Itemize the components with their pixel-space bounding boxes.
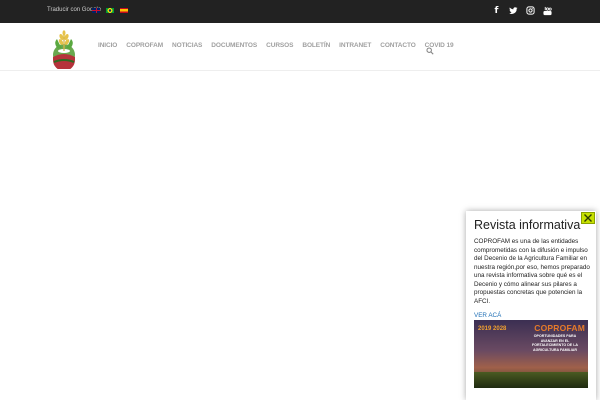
banner-brand: COPROFAM bbox=[534, 323, 585, 333]
facebook-icon[interactable]: f bbox=[492, 6, 501, 16]
nav-item-intranet[interactable]: INTRANET bbox=[339, 42, 371, 49]
instagram-icon[interactable] bbox=[526, 6, 535, 16]
banner-field-image bbox=[474, 372, 588, 388]
close-button[interactable] bbox=[581, 212, 595, 224]
nav-item-contacto[interactable]: CONTACTO bbox=[380, 42, 416, 49]
banner-subtitle: OPORTUNIDADES PARA AVANZAR EN EL FORTALE… bbox=[532, 334, 578, 352]
magazine-popup: Revista informativa COPROFAM es una de l… bbox=[466, 211, 596, 400]
popup-title: Revista informativa bbox=[474, 218, 581, 232]
banner-year: 2019 2028 bbox=[478, 326, 507, 332]
top-bar: Traducir con Google f bbox=[0, 0, 600, 23]
coprofam-logo[interactable] bbox=[49, 29, 79, 71]
nav-item-noticias[interactable]: NOTICIAS bbox=[172, 42, 202, 49]
social-links: f bbox=[492, 6, 552, 16]
spain-flag-icon[interactable] bbox=[120, 8, 128, 13]
nav-item-coprofam[interactable]: COPROFAM bbox=[126, 42, 163, 49]
nav-item-cursos[interactable]: CURSOS bbox=[266, 42, 293, 49]
youtube-icon[interactable] bbox=[543, 6, 552, 16]
magazine-banner[interactable]: 2019 2028 COPROFAM OPORTUNIDADES PARA AV… bbox=[474, 320, 588, 388]
twitter-icon[interactable] bbox=[509, 6, 518, 16]
see-here-link[interactable]: VER ACÁ bbox=[474, 312, 501, 319]
nav-item-inicio[interactable]: INICIO bbox=[98, 42, 117, 49]
nav-item-documentos[interactable]: DOCUMENTOS bbox=[211, 42, 257, 49]
popup-body: COPROFAM es una de las entidades comprom… bbox=[474, 238, 590, 305]
main-nav: INICIO COPROFAM NOTICIAS DOCUMENTOS CURS… bbox=[98, 42, 454, 49]
uk-flag-icon[interactable] bbox=[92, 8, 100, 13]
nav-item-boletin[interactable]: BOLETÍN bbox=[302, 42, 330, 49]
close-icon[interactable] bbox=[582, 213, 594, 223]
language-flags bbox=[92, 8, 128, 13]
search-icon[interactable] bbox=[426, 42, 434, 55]
brazil-flag-icon[interactable] bbox=[106, 8, 114, 13]
site-header: INICIO COPROFAM NOTICIAS DOCUMENTOS CURS… bbox=[0, 23, 600, 71]
